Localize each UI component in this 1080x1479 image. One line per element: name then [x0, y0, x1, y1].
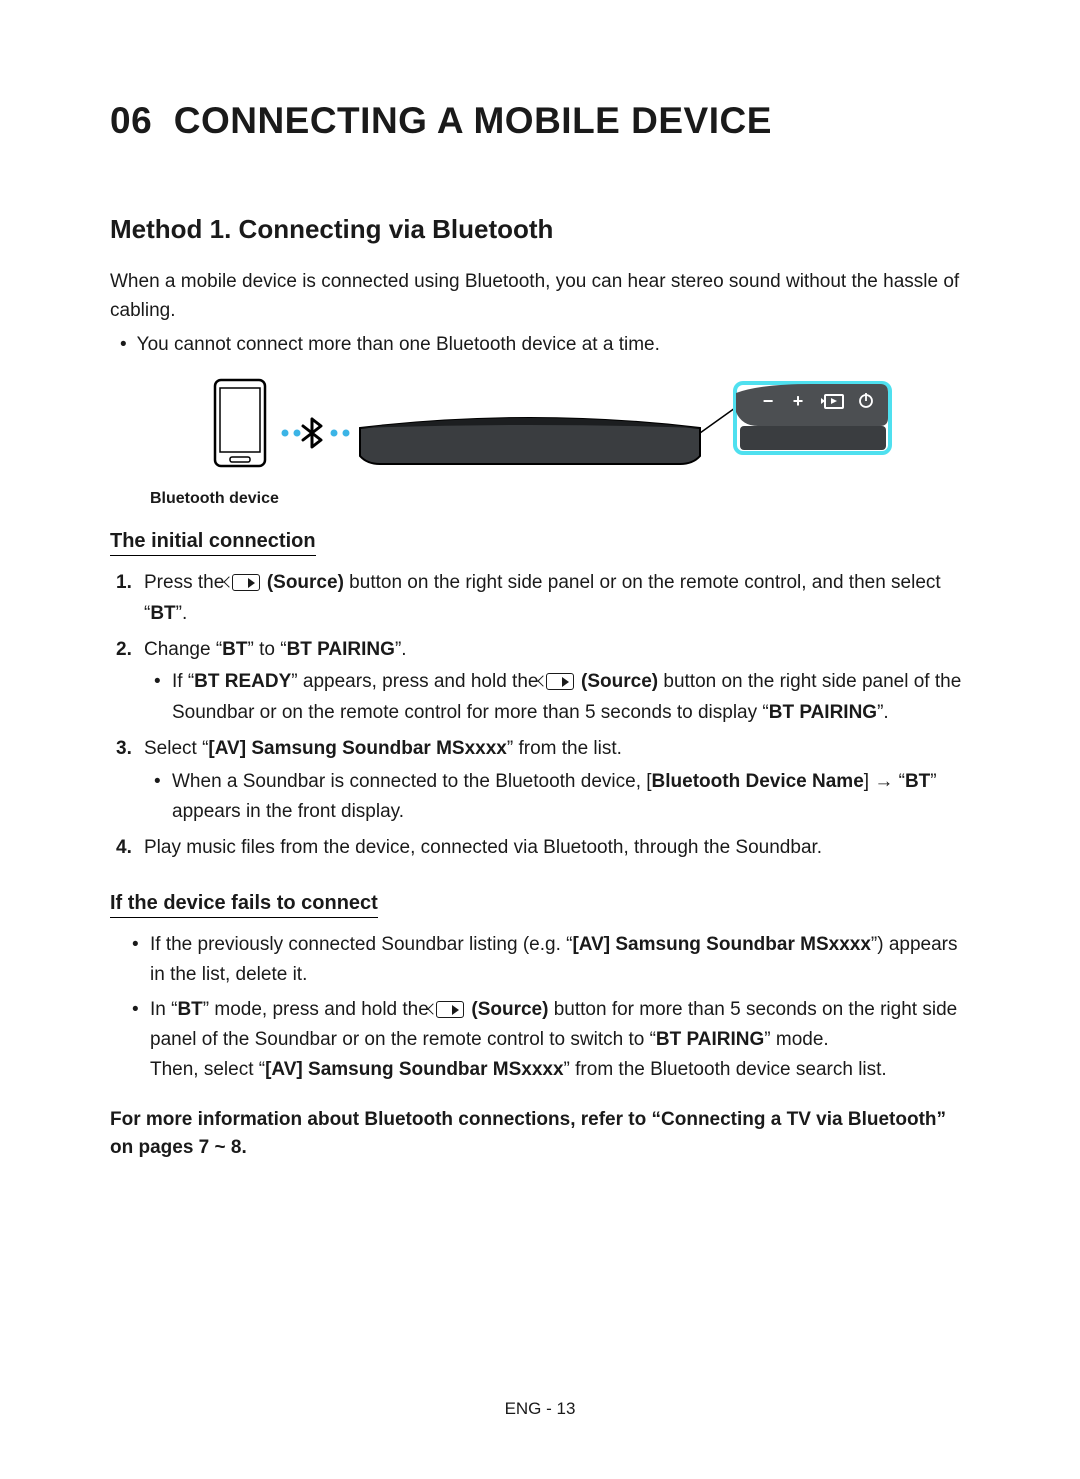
- source-icon: [232, 574, 260, 591]
- subheading-fails: If the device fails to connect: [110, 892, 378, 918]
- svg-text:+: +: [793, 391, 804, 411]
- intro-paragraph: When a mobile device is connected using …: [110, 267, 970, 326]
- intro-bullet: You cannot connect more than one Bluetoo…: [138, 330, 970, 360]
- fail-bullet-1: If the previously connected Soundbar lis…: [150, 930, 970, 991]
- page-footer: ENG - 13: [0, 1399, 1080, 1419]
- step-3: Select “[AV] Samsung Soundbar MSxxxx” fr…: [110, 734, 970, 827]
- connection-diagram: − +: [160, 378, 920, 478]
- step-2-sub: If “BT READY” appears, press and hold th…: [144, 667, 970, 728]
- source-icon: [436, 1001, 464, 1018]
- diagram-caption: Bluetooth device: [150, 490, 970, 508]
- step-4: Play music files from the device, connec…: [110, 833, 970, 863]
- svg-text:−: −: [763, 391, 774, 411]
- chapter-number: 06: [110, 100, 152, 141]
- fail-bullet-2: In “BT” mode, press and hold the (Source…: [150, 995, 970, 1086]
- more-info-note: For more information about Bluetooth con…: [110, 1106, 970, 1163]
- step-2: Change “BT” to “BT PAIRING”. If “BT READ…: [110, 635, 970, 728]
- fail-bullets: If the previously connected Soundbar lis…: [110, 930, 970, 1086]
- source-icon: [546, 673, 574, 690]
- intro-bullet-list: You cannot connect more than one Bluetoo…: [110, 330, 970, 360]
- chapter-title: CONNECTING A MOBILE DEVICE: [174, 100, 772, 141]
- step-3-sub-bullet: When a Soundbar is connected to the Blue…: [172, 767, 970, 828]
- step-1: Press the (Source) button on the right s…: [110, 568, 970, 629]
- step-3-sub: When a Soundbar is connected to the Blue…: [144, 767, 970, 828]
- chapter-heading: 06 CONNECTING A MOBILE DEVICE: [110, 100, 970, 142]
- subheading-initial: The initial connection: [110, 530, 316, 556]
- step-2-sub-bullet: If “BT READY” appears, press and hold th…: [172, 667, 970, 728]
- method-heading: Method 1. Connecting via Bluetooth: [110, 214, 970, 245]
- steps-list: Press the (Source) button on the right s…: [110, 568, 970, 864]
